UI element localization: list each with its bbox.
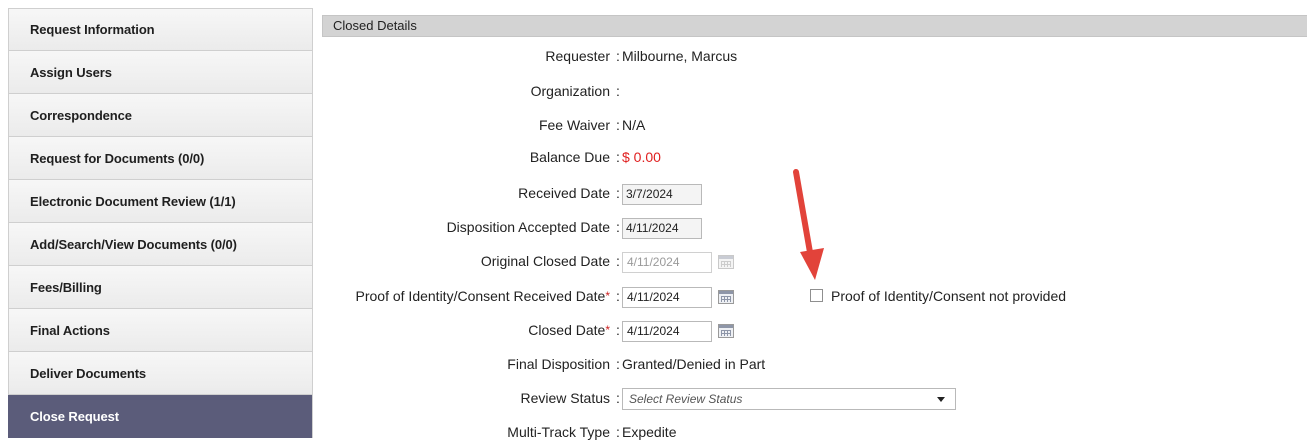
proof-of-identity-date-input[interactable]: 4/11/2024 — [622, 286, 712, 308]
review-status-select[interactable]: Select Review Status — [622, 388, 956, 411]
colon: : — [616, 322, 620, 338]
final-disposition-value: Granted/Denied in Part — [622, 356, 766, 372]
received-date-value: 3/7/2024 — [622, 183, 702, 205]
colon: : — [616, 424, 620, 440]
colon: : — [616, 185, 620, 201]
multi-track-type-label: Multi-Track Type — [507, 424, 610, 440]
closed-date-label: Closed Date — [528, 322, 606, 338]
fee-waiver-label: Fee Waiver — [538, 117, 610, 133]
review-status-placeholder: Select Review Status — [629, 392, 743, 407]
multi-track-type-value: Expedite — [622, 424, 677, 440]
colon: : — [616, 253, 620, 269]
received-date-label: Received Date — [518, 185, 610, 201]
colon: : — [616, 219, 620, 235]
sidebar-item-request-information[interactable]: Request Information — [8, 8, 312, 51]
organization-label: Organization — [530, 83, 610, 99]
calendar-icon[interactable] — [718, 290, 734, 305]
colon: : — [616, 288, 620, 304]
sidebar-item-correspondence[interactable]: Correspondence — [8, 94, 312, 137]
proof-not-provided-option[interactable]: Proof of Identity/Consent not provided — [810, 284, 1066, 308]
balance-due-label: Balance Due — [529, 149, 610, 165]
colon: : — [616, 356, 620, 372]
sidebar-item-add-search-view-documents[interactable]: Add/Search/View Documents (0/0) — [8, 223, 312, 266]
sidebar-nav: Request Information Assign Users Corresp… — [8, 8, 313, 438]
final-disposition-label: Final Disposition — [507, 356, 610, 372]
calendar-icon — [718, 255, 734, 270]
balance-due-value: $ 0.00 — [622, 149, 661, 165]
closed-date-input[interactable]: 4/11/2024 — [622, 320, 712, 342]
fee-waiver-value: N/A — [622, 117, 646, 133]
disposition-accepted-date-value: 4/11/2024 — [622, 217, 702, 239]
colon: : — [616, 149, 620, 165]
requester-label: Requester — [545, 48, 610, 64]
review-status-label: Review Status — [520, 390, 610, 406]
closed-details-panel: Closed Details Requester : Milbourne, Ma… — [322, 15, 1307, 440]
requester-value: Milbourne, Marcus — [622, 48, 738, 64]
proof-not-provided-label: Proof of Identity/Consent not provided — [831, 288, 1067, 304]
proof-not-provided-checkbox[interactable] — [810, 289, 823, 303]
colon: : — [616, 390, 620, 406]
sidebar-item-deliver-documents[interactable]: Deliver Documents — [8, 352, 312, 395]
sidebar-item-request-for-documents[interactable]: Request for Documents (0/0) — [8, 137, 312, 180]
original-closed-date-label: Original Closed Date — [480, 253, 610, 269]
disposition-accepted-date-label: Disposition Accepted Date — [446, 219, 610, 235]
calendar-icon[interactable] — [718, 324, 734, 339]
sidebar-item-assign-users[interactable]: Assign Users — [8, 51, 312, 94]
colon: : — [616, 83, 620, 99]
sidebar-item-electronic-document-review[interactable]: Electronic Document Review (1/1) — [8, 180, 312, 223]
original-closed-date-input: 4/11/2024 — [622, 251, 712, 273]
sidebar-item-fees-billing[interactable]: Fees/Billing — [8, 266, 312, 309]
colon: : — [616, 117, 620, 133]
sidebar-item-final-actions[interactable]: Final Actions — [8, 309, 312, 352]
colon: : — [616, 48, 620, 64]
required-asterisk: * — [605, 289, 610, 303]
proof-of-identity-date-label: Proof of Identity/Consent Received Date — [355, 288, 606, 304]
required-asterisk: * — [605, 323, 610, 337]
sidebar-item-close-request[interactable]: Close Request — [8, 395, 312, 438]
chevron-down-icon — [937, 397, 945, 403]
red-arrow-annotation — [793, 169, 824, 280]
